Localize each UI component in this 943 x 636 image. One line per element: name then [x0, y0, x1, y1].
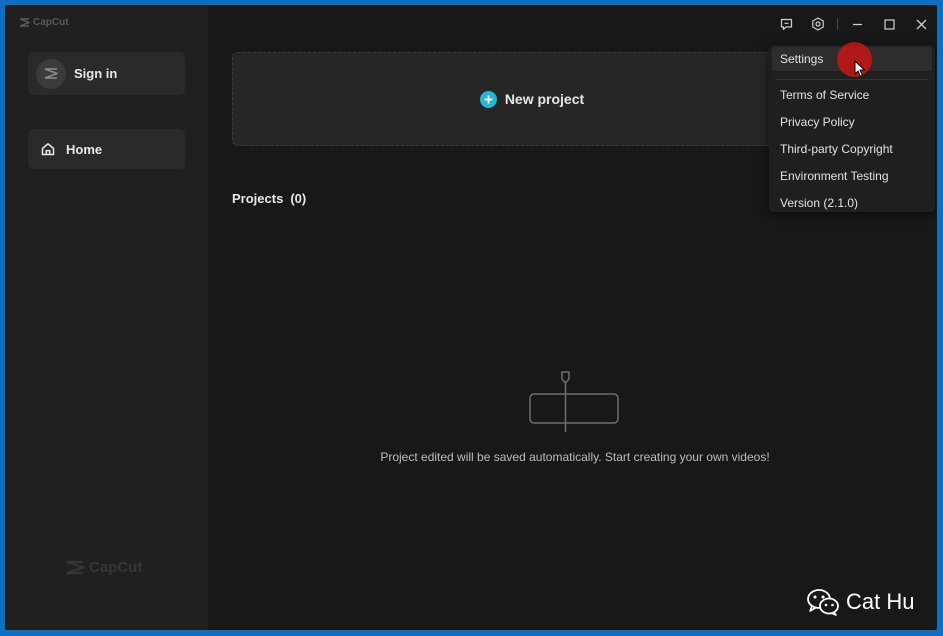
sidebar: CapCut Sign in Home CapCut — [5, 5, 208, 630]
projects-heading: Projects (0) — [232, 191, 306, 206]
projects-count: (0) — [290, 191, 307, 206]
sign-in-label: Sign in — [74, 66, 118, 81]
capcut-logo-icon — [19, 18, 30, 27]
close-button[interactable] — [905, 5, 937, 43]
feedback-button[interactable] — [770, 5, 802, 43]
wechat-icon — [807, 589, 839, 616]
empty-state-illustration-icon — [526, 370, 622, 439]
home-icon — [41, 142, 55, 156]
sidebar-item-label: Home — [66, 141, 103, 157]
settings-menu-button[interactable] — [802, 5, 834, 43]
menu-item-environment-testing[interactable]: Environment Testing — [780, 169, 889, 183]
capcut-avatar-icon — [44, 68, 58, 79]
plus-icon — [479, 90, 497, 108]
sidebar-watermark-text: CapCut — [89, 559, 143, 576]
minimize-button[interactable] — [841, 5, 873, 43]
settings-icon — [812, 17, 824, 31]
app-logo: CapCut — [19, 17, 69, 28]
wechat-watermark: Cat Hu — [806, 588, 914, 616]
capcut-window: CapCut Sign in Home CapCut New project P… — [5, 5, 937, 630]
sidebar-brand-watermark: CapCut — [65, 559, 142, 576]
avatar — [36, 58, 66, 89]
mouse-pointer-icon — [854, 60, 866, 83]
sidebar-item-home[interactable]: Home — [28, 129, 185, 169]
app-logo-text: CapCut — [33, 17, 69, 28]
sign-in-button[interactable]: Sign in — [28, 52, 185, 95]
maximize-icon — [883, 18, 895, 30]
close-icon — [916, 19, 926, 29]
menu-item-third-party-copyright[interactable]: Third-party Copyright — [780, 142, 893, 156]
projects-label: Projects — [232, 191, 284, 206]
watermark-label: Cat Hu — [846, 589, 915, 614]
maximize-button[interactable] — [873, 5, 905, 43]
menu-divider — [775, 79, 929, 80]
title-bar-divider — [837, 18, 838, 30]
new-project-label: New project — [504, 91, 585, 107]
empty-state-message: Project edited will be saved automatical… — [380, 450, 770, 464]
title-bar-controls — [770, 5, 937, 43]
menu-item-privacy-policy[interactable]: Privacy Policy — [780, 115, 855, 129]
minimize-icon — [852, 23, 862, 25]
feedback-icon — [780, 18, 792, 30]
capcut-logo-icon — [66, 560, 85, 575]
menu-item-version[interactable]: Version (2.1.0) — [780, 196, 858, 210]
menu-item-terms-of-service[interactable]: Terms of Service — [780, 88, 869, 102]
new-project-button[interactable]: New project — [232, 52, 832, 146]
